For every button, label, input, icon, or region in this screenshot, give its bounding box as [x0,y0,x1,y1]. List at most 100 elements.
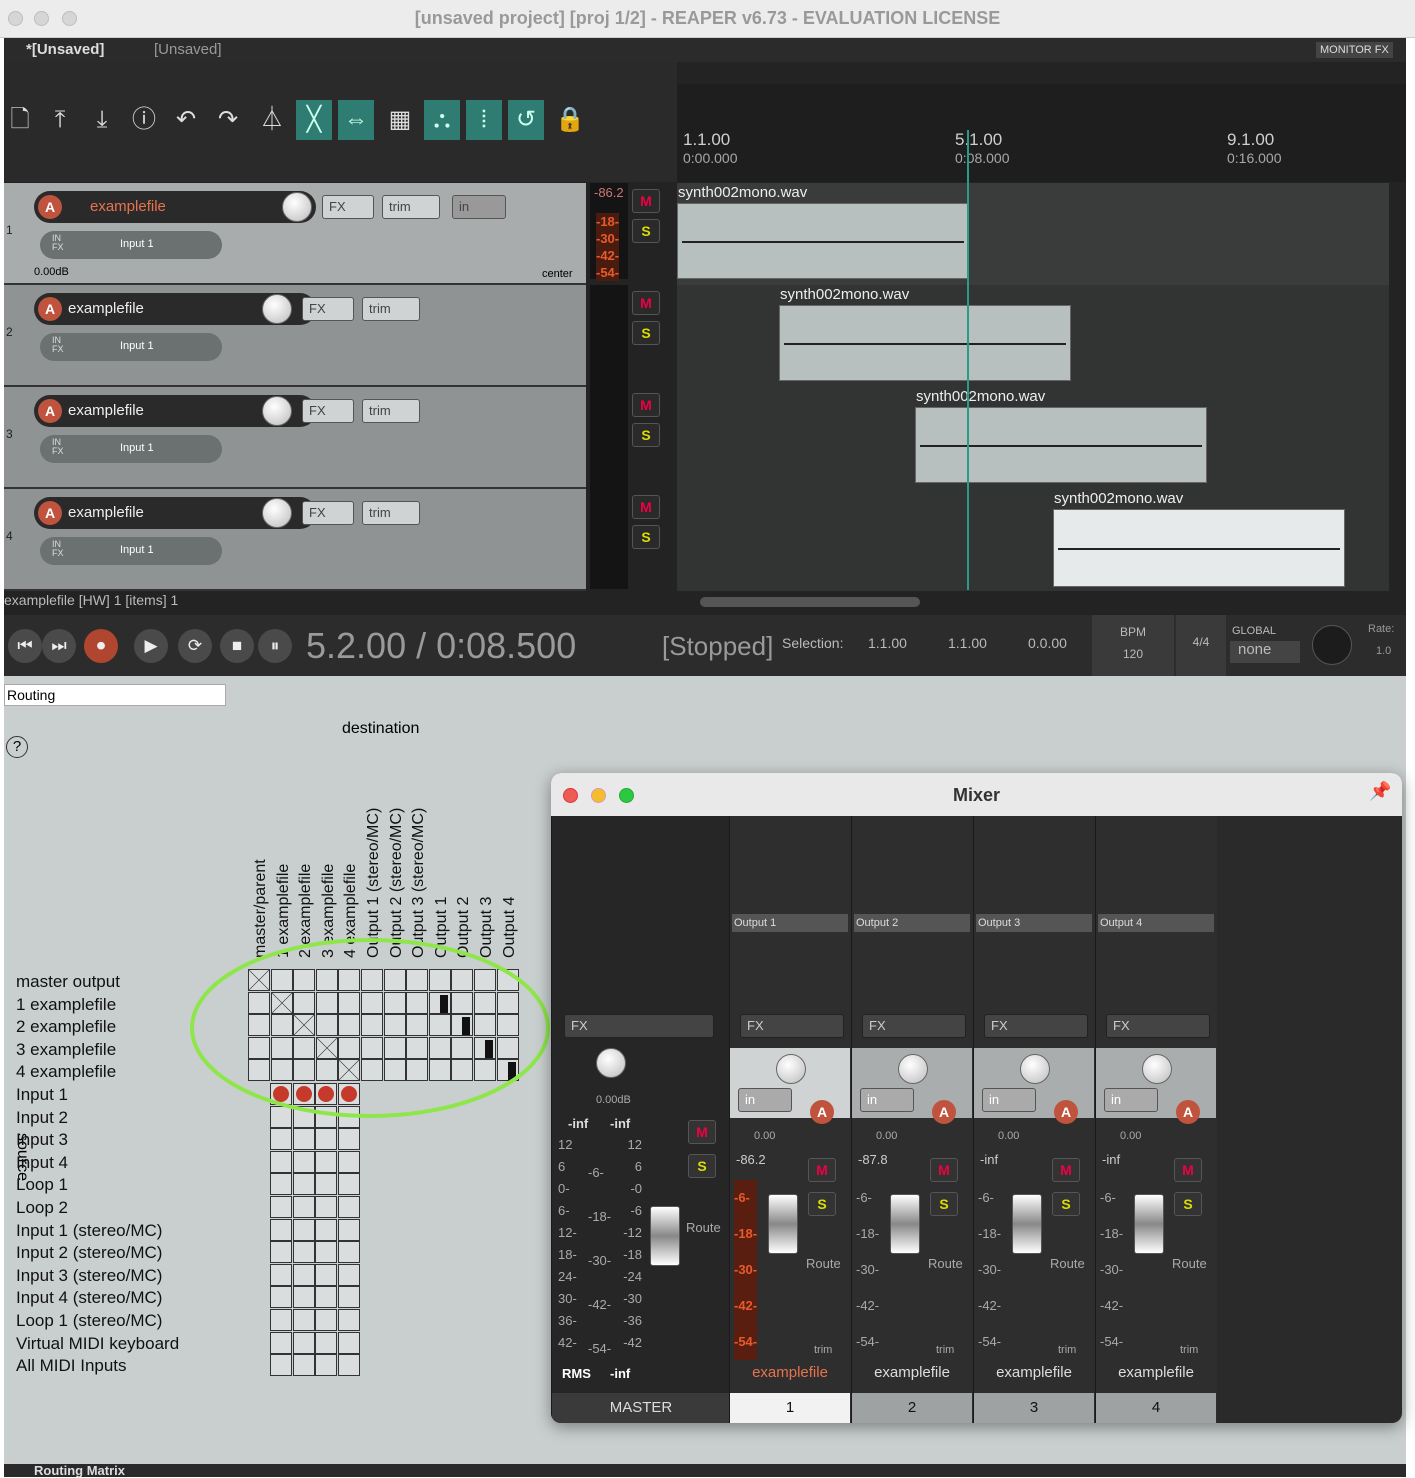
routing-cell[interactable] [315,1263,338,1286]
volume-fader[interactable] [1134,1194,1164,1254]
info-icon[interactable]: ⓘ [126,100,162,140]
output-select[interactable]: Output 4 [1098,914,1214,932]
view-select[interactable]: Routing [4,684,226,706]
routing-cell[interactable] [270,1218,292,1241]
rate-value[interactable]: 1.0 [1376,645,1391,657]
trim-button[interactable]: trim [814,1344,832,1356]
track-panel-2[interactable]: 2 Aexamplefile FX trim IN FX Input 1 [4,285,586,387]
selection-start[interactable]: 1.1.00 [868,635,907,651]
tab-project-2[interactable]: [Unsaved] [154,41,222,58]
pan-knob[interactable] [1142,1054,1172,1084]
fx-button[interactable]: FX [302,501,354,525]
routing-cell[interactable] [315,1150,338,1173]
routing-cell[interactable] [292,1128,315,1151]
input-monitor-button[interactable]: in [860,1088,914,1112]
media-item[interactable]: synth002mono.wav [915,388,1207,483]
routing-cell[interactable] [292,1196,315,1218]
routing-cell[interactable] [315,1173,338,1196]
routing-cell[interactable] [315,1196,338,1218]
routing-cell[interactable] [292,1150,315,1173]
track-panel-3[interactable]: 3 Aexamplefile FX trim IN FX Input 1 [4,387,586,489]
lock-icon[interactable]: 🔒 [552,100,588,140]
routing-cell[interactable] [292,1354,315,1377]
route-button[interactable]: Route [1172,1256,1207,1271]
routing-cell[interactable] [315,1331,338,1354]
route-button[interactable]: Route [928,1256,963,1271]
input-select[interactable]: IN FX Input 1 [40,537,222,565]
route-button[interactable]: Route [1050,1256,1085,1271]
media-item-selected[interactable]: synth002mono.wav [1053,490,1345,587]
strip-name[interactable]: examplefile [852,1364,972,1381]
fx-button[interactable]: FX [302,297,354,321]
record-arm-button[interactable]: A [38,195,62,219]
strip-number[interactable]: 4 [1096,1393,1216,1423]
input-select[interactable]: IN FX Input 1 [40,435,222,463]
routing-cell[interactable] [270,1241,292,1264]
global-automation-select[interactable]: none [1230,641,1300,663]
fx-button[interactable]: FX [984,1014,1088,1038]
go-end-icon[interactable]: ⏭ [42,629,76,663]
routing-cell[interactable] [270,1286,292,1309]
mute-button[interactable]: M [632,393,660,417]
help-icon[interactable]: ? [6,736,28,758]
trim-button[interactable]: trim [362,297,420,321]
routing-cell[interactable] [292,1286,315,1309]
track-panel-1[interactable]: 1 Aexamplefile FX trim in IN FX Input 1 0… [4,183,586,285]
trim-button[interactable]: trim [1058,1344,1076,1356]
undo-icon[interactable]: ↶ [168,100,204,140]
routing-cell[interactable] [292,1218,315,1241]
output-select[interactable]: Output 3 [976,914,1092,932]
new-project-icon[interactable]: 🗋 [2,100,38,140]
record-icon[interactable]: ⏺ [84,629,118,663]
stop-icon[interactable]: ■ [220,629,254,663]
input-monitor-button[interactable]: in [982,1088,1036,1112]
record-arm-button[interactable]: A [38,399,62,423]
routing-cell[interactable] [292,1263,315,1286]
strip-number[interactable]: 2 [852,1393,972,1423]
routing-cell[interactable] [315,1128,338,1151]
redo-icon[interactable]: ↷ [210,100,246,140]
routing-cell[interactable] [337,1286,360,1309]
volume-fader[interactable] [890,1194,920,1254]
trim-button[interactable]: trim [936,1344,954,1356]
master-mute-button[interactable]: M [688,1120,716,1144]
selection-end[interactable]: 1.1.00 [948,635,987,651]
horizontal-scrollbar[interactable] [700,597,920,607]
input-monitor-button[interactable]: in [452,195,506,219]
auto-crossfade-icon[interactable]: ╳ [296,100,332,140]
mute-button[interactable]: M [632,189,660,213]
input-monitor-button[interactable]: in [1104,1088,1158,1112]
trim-button[interactable]: trim [382,195,440,219]
grid-icon[interactable]: ▦ [382,100,418,140]
routing-cell[interactable] [315,1286,338,1309]
bpm-box[interactable]: BPM 120 [1092,615,1174,676]
mute-button[interactable]: M [632,291,660,315]
routing-cell[interactable] [337,1150,360,1173]
timesig-box[interactable]: 4/4 [1176,615,1226,676]
strip-name[interactable]: examplefile [1096,1364,1216,1381]
master-fader[interactable] [650,1206,680,1266]
save-project-icon[interactable]: ⤓ [84,100,120,140]
record-arm-button[interactable]: A [1054,1100,1078,1124]
routing-cell[interactable] [337,1241,360,1264]
strip-name[interactable]: examplefile [974,1364,1094,1381]
volume-knob[interactable] [262,498,292,528]
item-grouping-icon[interactable]: ⛬ [424,100,460,140]
solo-button[interactable]: S [808,1192,836,1216]
track-panel-4[interactable]: 4 Aexamplefile FX trim IN FX Input 1 [4,489,586,591]
loop-icon[interactable]: ↺ [508,100,544,140]
timeline-ruler[interactable]: 1.1.00 0:00.000 5.1.00 0:08.000 9.1.00 0:16… [677,84,1406,182]
volume-knob[interactable] [262,294,292,324]
position-readout[interactable]: 5.2.00 / 0:08.500 [306,625,576,667]
mixer-strip-3[interactable]: Output 3 FX in A 0.00 -inf -6- -18- -30- -4… [973,816,1095,1423]
routing-cell[interactable] [292,1331,315,1354]
routing-cell[interactable] [337,1309,360,1331]
input-select[interactable]: IN FX Input 1 [40,231,222,259]
output-select[interactable]: Output 2 [854,914,970,932]
routing-cell[interactable] [315,1241,338,1264]
fx-button[interactable]: FX [302,399,354,423]
routing-cell[interactable] [270,1331,292,1354]
metronome-icon[interactable]: ⏃ [254,100,290,140]
input-select[interactable]: IN FX Input 1 [40,333,222,361]
repeat-icon[interactable]: ⟳ [178,629,212,663]
